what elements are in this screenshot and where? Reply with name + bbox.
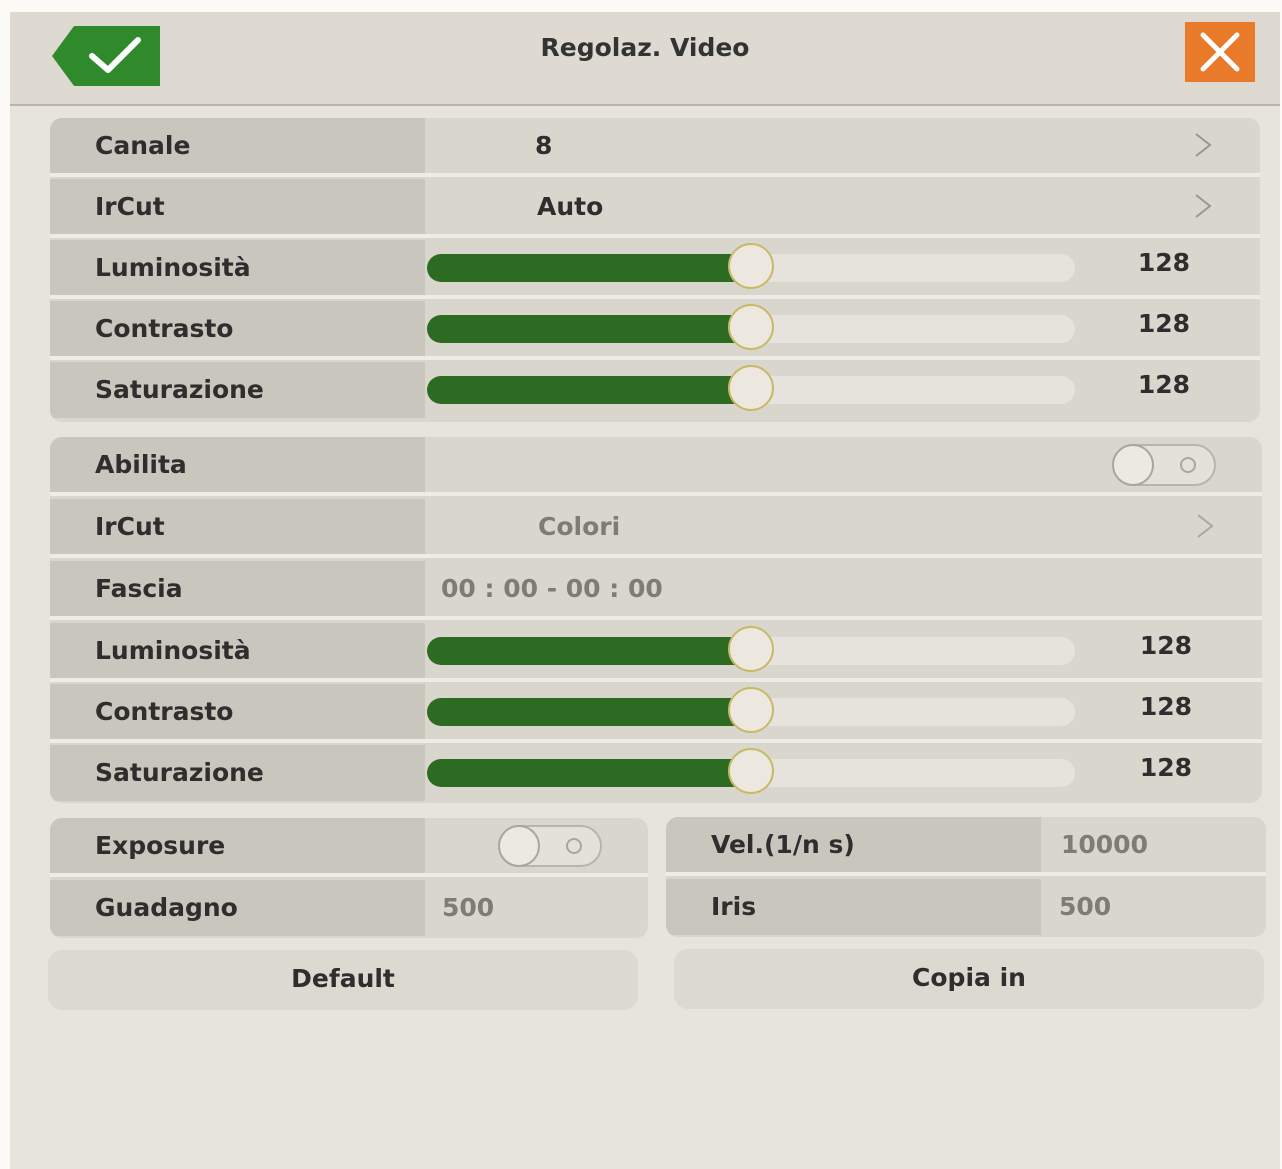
contrast-value: 128 [1137,309,1190,338]
exposure-row: Exposure [50,818,648,877]
schedule-contrast-value: 128 [1139,692,1192,721]
enable-label: Abilita [50,437,425,493]
dialog-title: Regolaz. Video [540,33,750,62]
saturation-slider[interactable] [427,365,1075,411]
slider-knob[interactable] [728,243,774,289]
dialog-header: Regolaz. Video [10,12,1280,106]
slider-knob[interactable] [728,304,774,350]
contrast-row: Contrasto 128 [50,301,1260,360]
brightness-label: Luminosità [50,240,425,296]
chevron-right-icon[interactable] [1188,130,1218,160]
gain-value[interactable]: 500 [442,880,494,936]
contrast-label: Contrasto [50,301,425,357]
time-range-row[interactable]: Fascia 00 : 00 - 00 : 00 [50,561,1262,620]
schedule-ircut-value: Colori [538,512,621,541]
slider-knob[interactable] [728,748,774,794]
chevron-right-icon[interactable] [1190,511,1220,541]
saturation-label: Saturazione [50,362,425,418]
slider-knob[interactable] [728,687,774,733]
schedule-brightness-value: 128 [1139,631,1192,660]
shutter-speed-value[interactable]: 10000 [1061,817,1148,873]
close-icon [1200,32,1240,72]
time-range-value[interactable]: 00 : 00 - 00 : 00 [441,561,663,617]
exposure-group: Exposure Guadagno 500 [50,818,648,938]
chevron-right-icon[interactable] [1188,191,1218,221]
brightness-slider[interactable] [427,243,1075,289]
shutter-speed-row[interactable]: Vel.(1/n s) 10000 [666,817,1266,876]
channel-settings-group: Canale 8 IrCut Auto Luminosità 128 Contr… [50,118,1260,422]
contrast-slider[interactable] [427,304,1075,350]
copy-to-button[interactable]: Copia in [674,949,1264,1009]
schedule-ircut-row[interactable]: IrCut Colori [50,499,1262,558]
schedule-saturation-slider[interactable] [427,748,1075,794]
shutter-speed-label: Vel.(1/n s) [666,817,1041,873]
schedule-brightness-label: Luminosità [50,623,425,679]
iris-row[interactable]: Iris 500 [666,879,1266,935]
enable-toggle[interactable] [1112,444,1216,486]
ircut-row[interactable]: IrCut Auto [50,179,1260,238]
schedule-contrast-row: Contrasto 128 [50,684,1262,743]
schedule-contrast-slider[interactable] [427,687,1075,733]
exposure-label: Exposure [50,818,425,874]
ircut-label: IrCut [50,179,425,235]
saturation-row: Saturazione 128 [50,362,1260,418]
schedule-saturation-label: Saturazione [50,745,425,801]
video-settings-dialog: Regolaz. Video Canale 8 IrCut Auto Lumin… [10,12,1280,1169]
close-button[interactable] [1185,22,1255,82]
schedule-brightness-slider[interactable] [427,626,1075,672]
brightness-value: 128 [1137,248,1190,277]
confirm-button[interactable] [52,26,160,86]
schedule-settings-group: Abilita IrCut Colori Fascia 00 : 00 - 00… [50,437,1262,803]
default-button[interactable]: Default [48,950,638,1010]
schedule-saturation-row: Saturazione 128 [50,745,1262,801]
gain-row[interactable]: Guadagno 500 [50,880,648,936]
check-icon [52,26,160,86]
saturation-value: 128 [1137,370,1190,399]
iris-label: Iris [666,879,1041,935]
gain-label: Guadagno [50,880,425,936]
shutter-group: Vel.(1/n s) 10000 Iris 500 [666,817,1266,937]
ircut-value: Auto [537,192,604,221]
iris-value[interactable]: 500 [1059,879,1111,935]
slider-knob[interactable] [728,365,774,411]
channel-value: 8 [535,131,553,160]
schedule-ircut-label: IrCut [50,499,425,555]
channel-label: Canale [50,118,425,174]
enable-row: Abilita [50,437,1262,496]
schedule-brightness-row: Luminosità 128 [50,623,1262,682]
schedule-contrast-label: Contrasto [50,684,425,740]
exposure-toggle[interactable] [498,825,602,867]
time-range-label: Fascia [50,561,425,617]
channel-row[interactable]: Canale 8 [50,118,1260,177]
slider-knob[interactable] [728,626,774,672]
schedule-saturation-value: 128 [1139,753,1192,782]
brightness-row: Luminosità 128 [50,240,1260,299]
